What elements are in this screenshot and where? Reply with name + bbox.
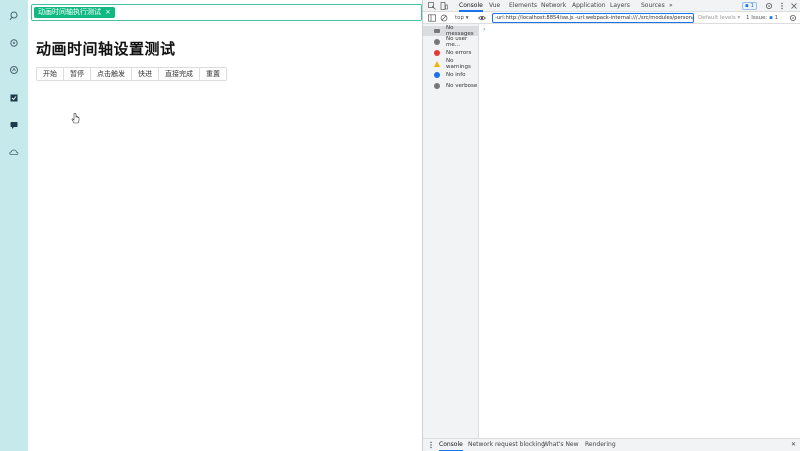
- click-trigger-button[interactable]: 点击触发: [90, 67, 132, 81]
- console-sidebar: No messages No user me... No errors No w…: [423, 24, 479, 438]
- tab-layers[interactable]: Layers: [610, 0, 630, 12]
- issues-count: 1: [774, 15, 779, 21]
- console-output[interactable]: ›: [479, 24, 800, 438]
- sidebar-item-label: No errors: [446, 50, 472, 56]
- gear-icon[interactable]: [8, 37, 20, 49]
- eye-icon[interactable]: [478, 14, 486, 22]
- device-toolbar-icon[interactable]: [440, 2, 448, 10]
- devtools-panel: Console Vue Elements Network Application…: [422, 0, 800, 451]
- context-selector[interactable]: top ▾: [455, 14, 469, 22]
- message-badge-count: 1: [750, 3, 754, 9]
- control-button-group: 开始 暂停 点击触发 快进 直接完成 重置: [36, 67, 227, 81]
- screen: 动画时间轴执行测试 × 动画时间轴设置测试 开始 暂停 点击触发 快进 直接完成…: [0, 0, 800, 451]
- compass-icon[interactable]: [8, 64, 20, 76]
- page-tag[interactable]: 动画时间轴执行测试 ×: [34, 7, 115, 18]
- fast-forward-button[interactable]: 快进: [131, 67, 159, 81]
- search-icon[interactable]: [8, 10, 20, 22]
- sidebar-item-info[interactable]: No info: [423, 70, 479, 80]
- sidebar-item-errors[interactable]: No errors: [423, 48, 479, 58]
- issues-counter[interactable]: 1 Issue: ▪ 1: [746, 14, 778, 22]
- clear-console-icon[interactable]: [440, 14, 448, 22]
- warning-icon: [434, 61, 440, 67]
- sidebar-item-label: No warnings: [446, 58, 471, 70]
- pause-button[interactable]: 暂停: [63, 67, 91, 81]
- inspect-icon[interactable]: [428, 2, 436, 10]
- left-rail: [0, 0, 28, 451]
- sidebar-item-user-messages[interactable]: No user me...: [423, 36, 479, 48]
- error-icon: [434, 50, 440, 56]
- tab-console[interactable]: Console: [459, 0, 483, 12]
- app-main: 动画时间轴执行测试 × 动画时间轴设置测试 开始 暂停 点击触发 快进 直接完成…: [28, 0, 422, 451]
- cloud-icon[interactable]: [8, 146, 20, 158]
- console-settings-icon[interactable]: [789, 14, 797, 22]
- drawer-tab-rendering[interactable]: Rendering: [585, 439, 616, 451]
- hand-cursor-icon: [71, 113, 80, 124]
- sidebar-toggle-icon[interactable]: [428, 14, 436, 22]
- log-levels-dropdown[interactable]: Default levels ▾: [698, 14, 740, 22]
- filter-input[interactable]: -url:http://localhost:8854/sw.js -url:we…: [492, 13, 694, 23]
- console-toolbar: top ▾ -url:http://localhost:8854/sw.js -…: [423, 12, 800, 24]
- context-selector-value: top: [455, 15, 465, 21]
- devtools-tabbar: Console Vue Elements Network Application…: [423, 0, 800, 12]
- tab-tag-bar: 动画时间轴执行测试 ×: [31, 4, 422, 21]
- issues-label: 1 Issue:: [746, 15, 768, 21]
- info-icon: [434, 72, 440, 78]
- kebab-menu-icon[interactable]: [778, 2, 786, 10]
- tab-elements[interactable]: Elements: [509, 0, 537, 12]
- sidebar-item-warnings[interactable]: No warnings: [423, 58, 479, 70]
- sidebar-item-label: No info: [446, 72, 466, 78]
- drawer-tab-whats-new[interactable]: What's New: [543, 439, 579, 451]
- close-devtools-icon[interactable]: [790, 2, 798, 10]
- list-icon: [434, 29, 440, 33]
- page-title: 动画时间轴设置测试: [36, 40, 176, 58]
- drawer-menu-icon[interactable]: [427, 441, 435, 449]
- more-tabs-button[interactable]: »: [669, 0, 673, 12]
- console-prompt: ›: [483, 26, 486, 33]
- devtools-drawer: Console Network request blocking What's …: [423, 438, 800, 451]
- finish-button[interactable]: 直接完成: [158, 67, 200, 81]
- page-tag-label: 动画时间轴执行测试: [38, 8, 101, 16]
- drawer-close-button[interactable]: ✕: [791, 439, 796, 451]
- sidebar-item-verbose[interactable]: No verbose: [423, 81, 479, 91]
- settings-gear-icon[interactable]: [765, 2, 773, 10]
- sidebar-item-messages[interactable]: No messages: [423, 25, 479, 37]
- verbose-icon: [434, 83, 440, 89]
- reset-button[interactable]: 重置: [199, 67, 227, 81]
- close-icon[interactable]: ×: [105, 7, 111, 18]
- tab-application[interactable]: Application: [572, 0, 606, 12]
- message-badge[interactable]: ▪ 1: [742, 2, 757, 10]
- user-icon: [434, 39, 440, 45]
- drawer-tab-console[interactable]: Console: [439, 439, 463, 451]
- chat-icon[interactable]: [8, 119, 20, 131]
- drawer-tab-network-request-blocking[interactable]: Network request blocking: [468, 439, 545, 451]
- tab-network[interactable]: Network: [541, 0, 566, 12]
- sidebar-item-label: No user me...: [446, 36, 468, 48]
- start-button[interactable]: 开始: [36, 67, 64, 81]
- sidebar-item-label: No verbose: [446, 83, 478, 89]
- tab-vue[interactable]: Vue: [489, 0, 500, 12]
- task-icon[interactable]: [8, 92, 20, 104]
- tab-sources[interactable]: Sources: [641, 0, 665, 12]
- log-levels-label: Default levels: [698, 15, 736, 21]
